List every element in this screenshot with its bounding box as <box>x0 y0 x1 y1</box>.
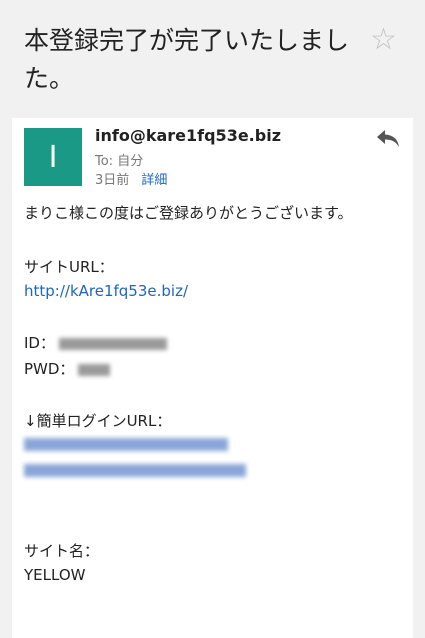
redacted-login-link-line-1[interactable] <box>24 438 228 451</box>
greeting-text: まりこ様この度はご登録ありがとうございます。 <box>24 204 353 222</box>
pwd-label: PWD： <box>24 360 75 378</box>
login-url-label: ↓簡単ログインURL： <box>24 412 172 430</box>
pwd-row: PWD： <box>24 358 111 379</box>
site-name-label: サイト名： <box>24 542 100 560</box>
redacted-password <box>78 363 111 376</box>
site-name-value: YELLOW <box>24 566 86 584</box>
avatar-letter: I <box>48 139 58 175</box>
redacted-id <box>58 337 167 350</box>
redacted-login-link-line-2[interactable] <box>24 464 246 477</box>
reply-icon[interactable] <box>374 126 402 150</box>
details-link[interactable]: 詳細 <box>141 173 167 188</box>
message-card: I info@kare1fq53e.biz To: 自分 3日前 詳細 まりこ様… <box>12 118 413 638</box>
site-url-label: サイトURL： <box>24 258 114 276</box>
recipient-line: To: 自分 <box>95 154 144 169</box>
sender-avatar[interactable]: I <box>24 128 82 186</box>
id-row: ID： <box>24 332 167 353</box>
id-label: ID： <box>24 334 55 352</box>
date-line: 3日前 詳細 <box>95 169 167 188</box>
site-url-link[interactable]: http://kAre1fq53e.biz/ <box>24 282 188 300</box>
date-text: 3日前 <box>95 173 130 188</box>
star-icon[interactable]: ☆ <box>370 22 397 57</box>
email-subject: 本登録完了が完了いたしました。 <box>24 26 350 93</box>
sender-email[interactable]: info@kare1fq53e.biz <box>95 126 281 145</box>
